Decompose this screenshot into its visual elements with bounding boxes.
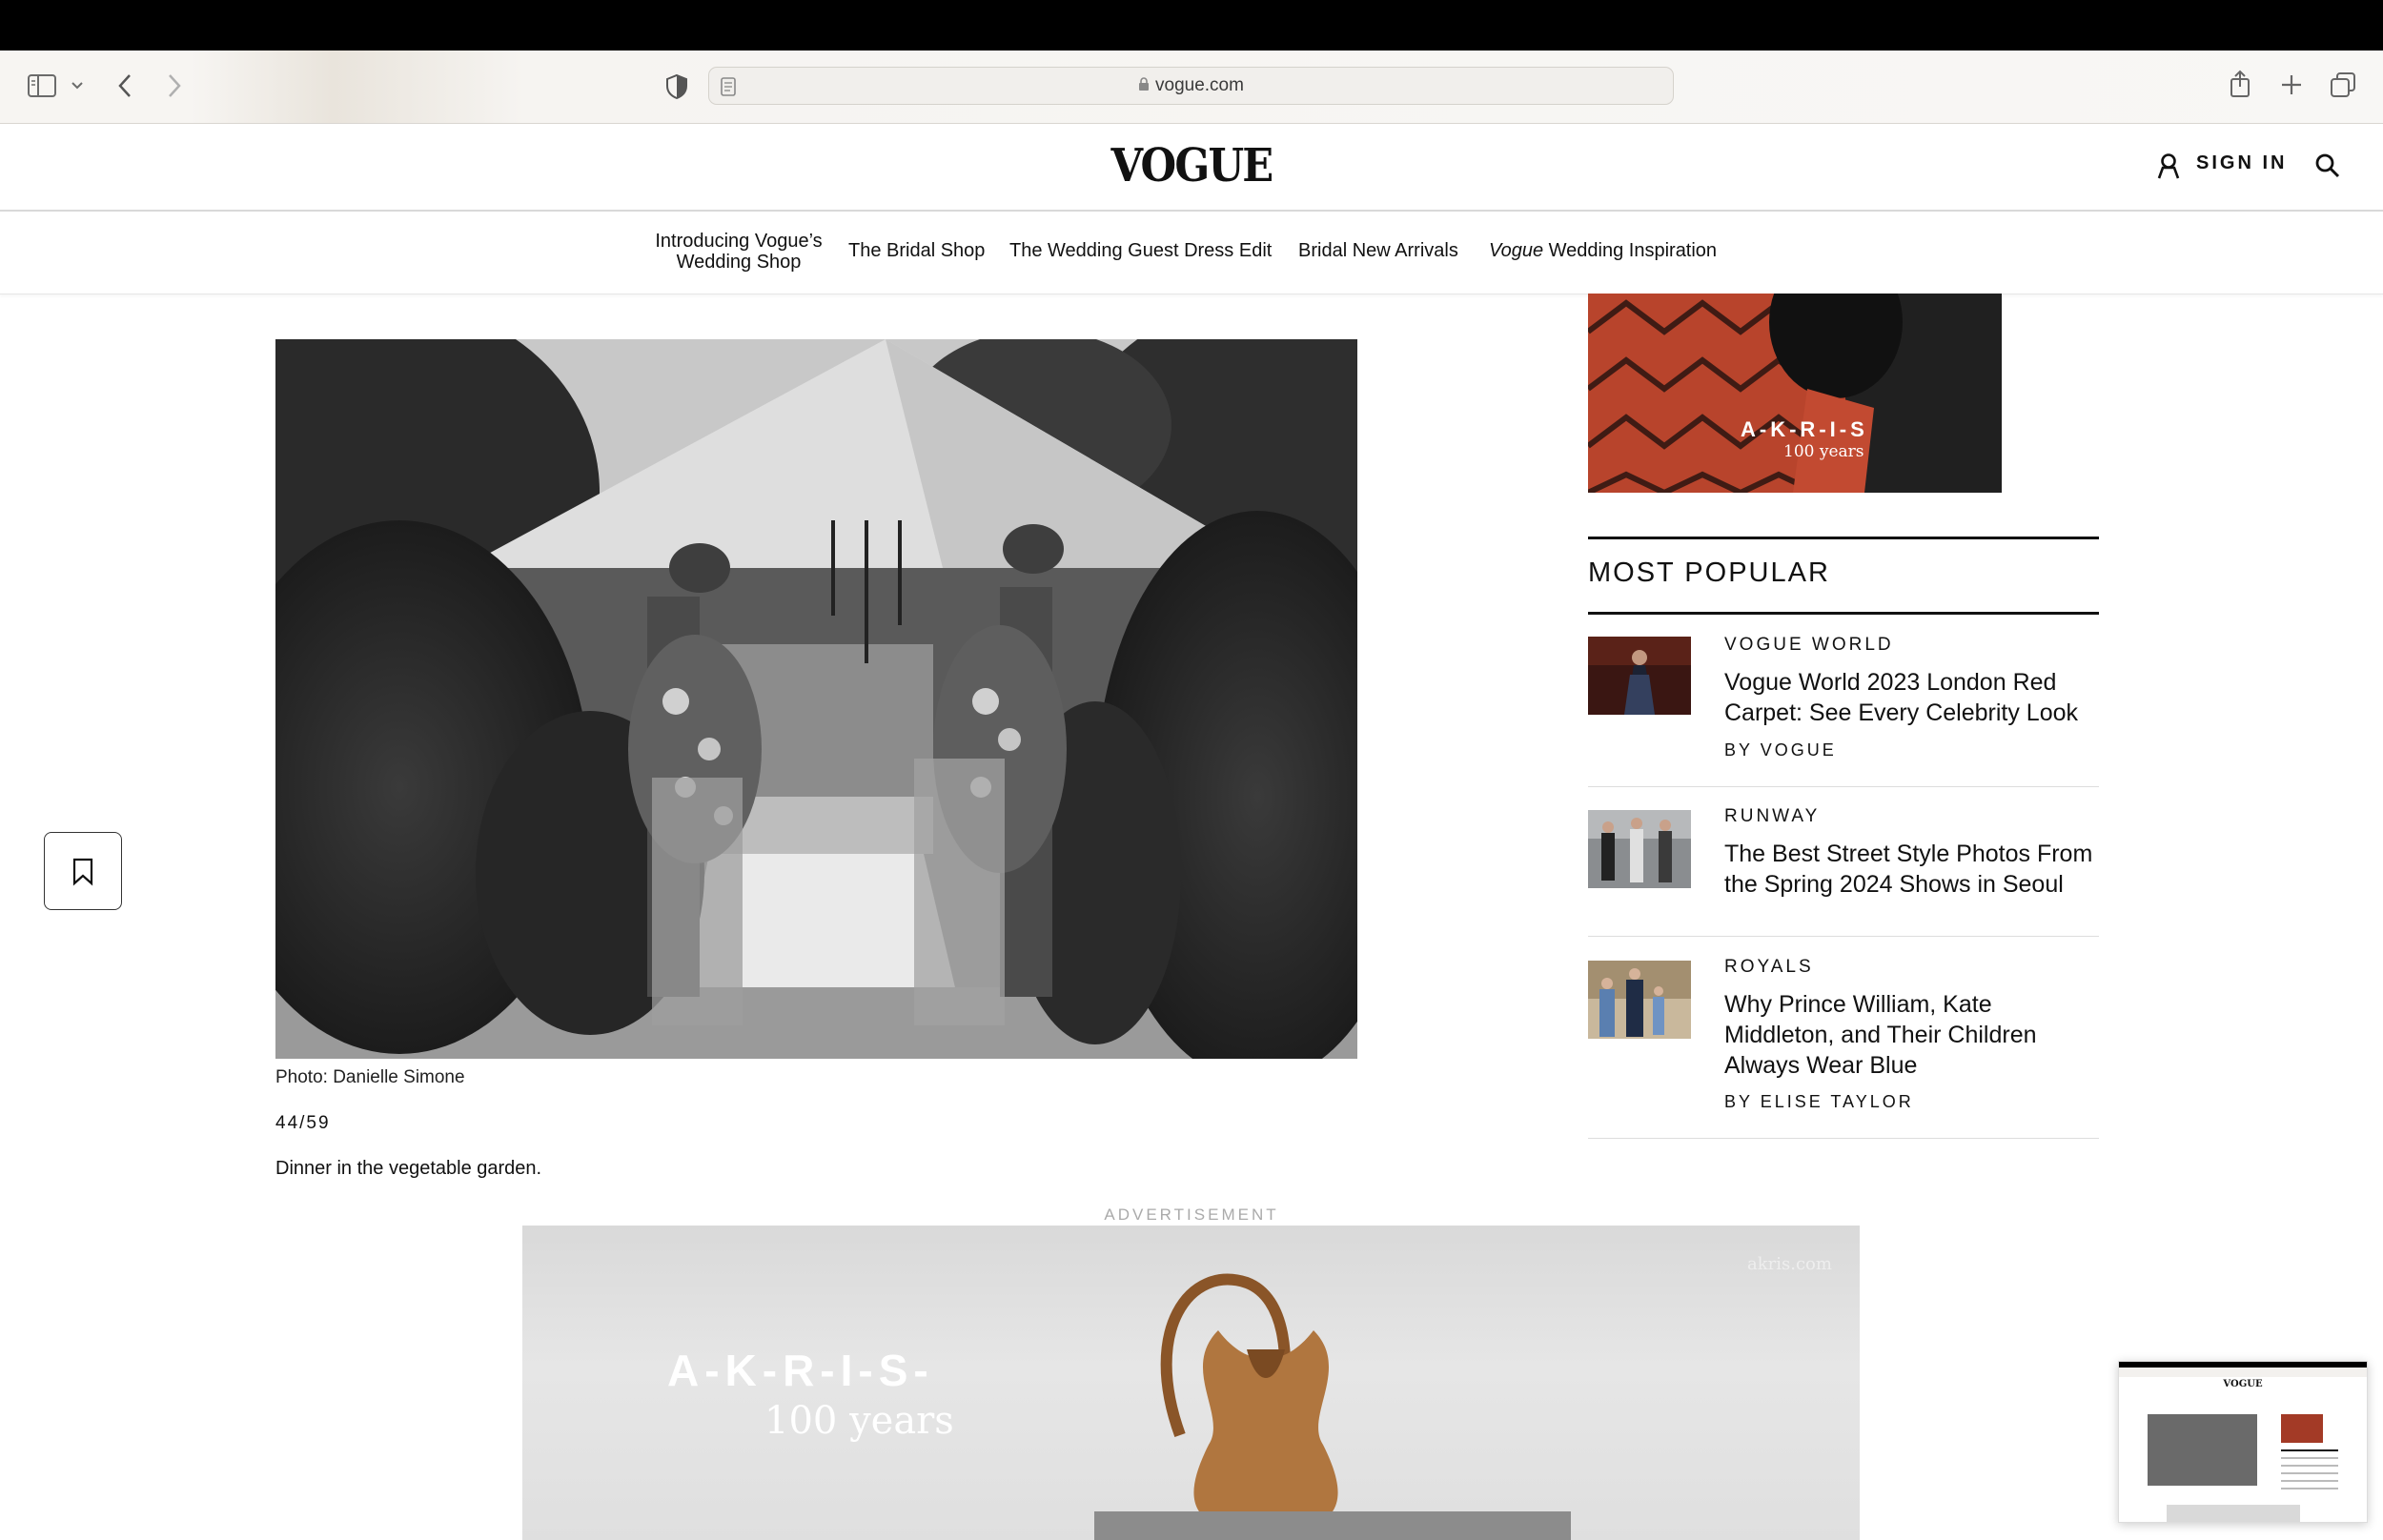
ad-tagline: 100 years: [764, 1399, 954, 1443]
side-ad-tagline: 100 years: [1783, 442, 1864, 461]
shield-icon[interactable]: [665, 73, 688, 100]
nav-item-bridal-new-arrivals[interactable]: Bridal New Arrivals: [1298, 240, 1458, 261]
nav-item-wedding-shop[interactable]: Introducing Vogue’s Wedding Shop: [648, 231, 829, 273]
article-thumbnail[interactable]: [1588, 810, 1691, 888]
article-byline: BY VOGUE: [1724, 740, 1837, 760]
nav-item-wedding-inspiration[interactable]: Vogue Wedding Inspiration: [1489, 240, 1717, 261]
lock-icon: [1139, 77, 1150, 91]
nav-item-guest-dress-edit[interactable]: The Wedding Guest Dress Edit: [1009, 240, 1272, 261]
article-headline[interactable]: Vogue World 2023 London Red Carpet: See …: [1724, 667, 2098, 728]
bottom-advertisement[interactable]: A-K-R-I-S- 100 years akris.com: [522, 1226, 1860, 1540]
tab-preview-thumbnail[interactable]: VOGUE: [2118, 1361, 2368, 1523]
side-ad-brand: A-K-R-I-S: [1741, 417, 1868, 441]
article-headline[interactable]: The Best Street Style Photos From the Sp…: [1724, 839, 2098, 900]
most-popular-rule: [1588, 537, 2099, 539]
back-icon[interactable]: [116, 73, 133, 98]
preview-photo: [2148, 1414, 2257, 1486]
most-popular-item[interactable]: VOGUE WORLD Vogue World 2023 London Red …: [1588, 633, 2099, 789]
most-popular-rule: [1588, 612, 2099, 615]
url-label: vogue.com: [1155, 75, 1244, 95]
nav-item-bridal-shop[interactable]: The Bridal Shop: [848, 240, 985, 261]
article-category[interactable]: ROYALS: [1724, 957, 1814, 978]
divider: [1588, 1138, 2099, 1139]
photo-caption: Dinner in the vegetable garden.: [275, 1158, 542, 1179]
bookmark-icon: [72, 858, 93, 886]
preview-logo: VOGUE: [2223, 1379, 2263, 1389]
nav-italic: Vogue: [1489, 240, 1544, 261]
article-headline[interactable]: Why Prince William, Kate Middleton, and …: [1724, 989, 2098, 1081]
preview-bottom-ad: [2167, 1505, 2300, 1522]
chevron-down-icon[interactable]: [71, 81, 84, 91]
sidebar-icon[interactable]: [27, 73, 57, 98]
article-byline: BY ELISE TAYLOR: [1724, 1092, 1914, 1111]
preview-toolbar: [2119, 1368, 2367, 1377]
divider: [1588, 936, 2099, 937]
divider: [1588, 786, 2099, 787]
photo-credit: Photo: Danielle Simone: [275, 1067, 465, 1087]
bookmark-button[interactable]: [44, 832, 122, 910]
gallery-photo[interactable]: [275, 339, 1357, 1059]
article-thumbnail[interactable]: [1588, 961, 1691, 1039]
new-tab-icon[interactable]: [2280, 73, 2303, 96]
sidebar-advertisement[interactable]: A-K-R-I-S 100 years: [1588, 294, 2002, 493]
article-category[interactable]: VOGUE WORLD: [1724, 635, 1894, 656]
most-popular-title: MOST POPULAR: [1588, 557, 1830, 588]
article-thumbnail[interactable]: [1588, 637, 1691, 715]
gallery-counter: 44/59: [275, 1113, 331, 1133]
system-menu-bar: [0, 0, 2383, 51]
most-popular-item[interactable]: ROYALS Why Prince William, Kate Middleto…: [1588, 957, 2099, 1142]
article-category[interactable]: RUNWAY: [1724, 806, 1820, 827]
secondary-nav: Introducing Vogue’s Wedding Shop The Bri…: [0, 212, 2383, 294]
forward-icon[interactable]: [166, 73, 183, 98]
share-icon[interactable]: [2229, 70, 2251, 98]
nav-item-line: Introducing Vogue’s: [655, 231, 823, 252]
ad-brand: A-K-R-I-S-: [667, 1346, 934, 1395]
nav-rest: Wedding Inspiration: [1543, 240, 1718, 261]
tabs-icon[interactable]: [2330, 71, 2356, 98]
preview-rule: [2281, 1449, 2338, 1451]
preview-list: [2281, 1457, 2338, 1495]
most-popular-item[interactable]: RUNWAY The Best Street Style Photos From…: [1588, 806, 2099, 940]
advertisement-label: ADVERTISEMENT: [1104, 1206, 1279, 1224]
address-bar[interactable]: vogue.com: [708, 67, 1674, 105]
nav-item-line: Wedding Shop: [676, 252, 802, 273]
ad-site: akris.com: [1747, 1254, 1832, 1274]
user-icon: [2157, 153, 2180, 179]
vogue-logo[interactable]: VOGUE: [1106, 139, 1277, 192]
search-icon[interactable]: [2314, 152, 2341, 179]
url-text[interactable]: vogue.com: [709, 68, 1673, 104]
sign-in-label: SIGN IN: [2196, 152, 2288, 173]
sign-in-button[interactable]: SIGN IN: [2156, 151, 2299, 179]
preview-ad: [2281, 1414, 2323, 1443]
